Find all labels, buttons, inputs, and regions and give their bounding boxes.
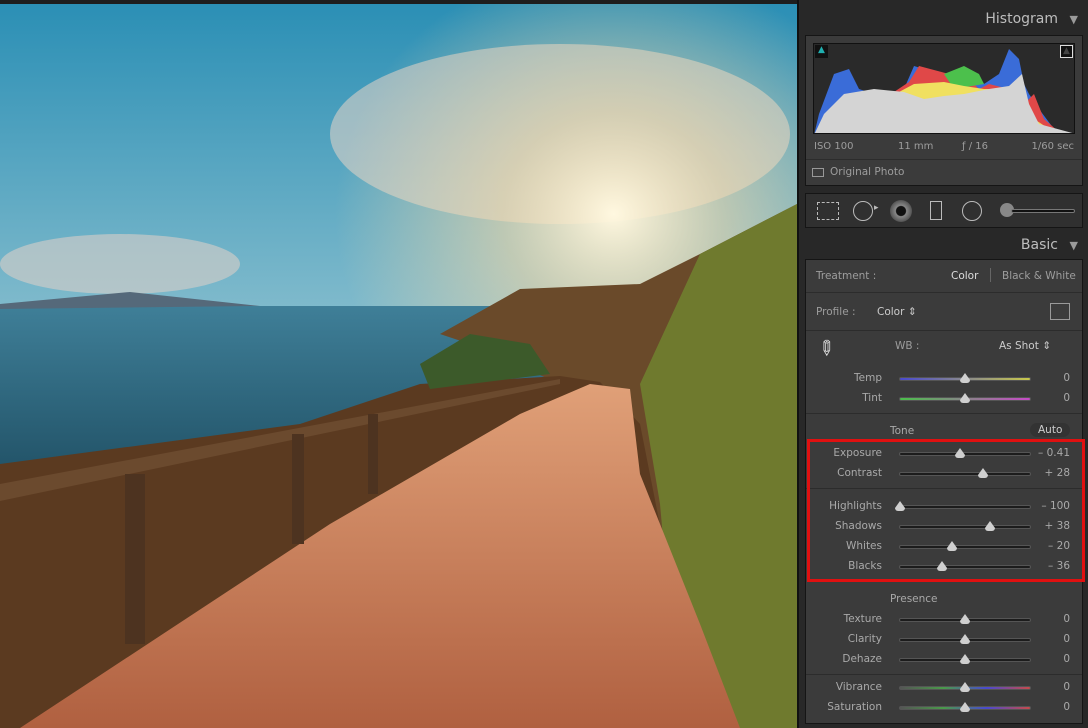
spot-removal-icon[interactable] <box>853 201 873 221</box>
red-eye-icon[interactable] <box>890 200 912 222</box>
divider <box>806 292 1082 293</box>
treatment-color-option[interactable]: Color <box>951 270 978 282</box>
histogram-title: Histogram <box>985 11 1058 27</box>
graduated-filter-icon[interactable] <box>930 201 942 220</box>
original-photo-label[interactable]: Original Photo <box>830 166 904 178</box>
slider-label: Dehaze <box>842 653 882 665</box>
slider-label: Texture <box>843 613 882 625</box>
divider <box>806 674 1082 675</box>
slider-thumb[interactable] <box>960 654 970 664</box>
slider-thumb[interactable] <box>960 393 970 403</box>
slider-label: Tint <box>862 392 882 404</box>
slider-label: Clarity <box>847 633 882 645</box>
brush-slider[interactable] <box>1011 209 1075 213</box>
histogram-collapse-icon[interactable]: ▼ <box>1070 13 1078 26</box>
radial-filter-icon[interactable] <box>962 201 982 221</box>
divider <box>806 330 1082 331</box>
slider-value[interactable]: 0 <box>1030 613 1070 625</box>
presence-label: Presence <box>890 593 938 605</box>
focal-length: 11 mm <box>898 141 934 152</box>
tone-label: Tone <box>890 425 915 437</box>
slider-value[interactable]: 0 <box>1030 701 1070 713</box>
iso-value: ISO 100 <box>814 141 854 152</box>
slider-thumb[interactable] <box>960 614 970 624</box>
slider-thumb[interactable] <box>960 702 970 712</box>
histogram-graph: ▲ ▲ <box>813 43 1075 134</box>
slider-track[interactable] <box>899 654 1031 664</box>
spot-arrow-icon: ▸ <box>874 203 879 213</box>
slider-thumb[interactable] <box>960 373 970 383</box>
slider-label: Vibrance <box>835 681 882 693</box>
wb-eyedropper-icon[interactable]: ✎ <box>812 334 841 363</box>
histogram-box: ▲ ▲ ISO 100 11 mm ƒ / 16 1/60 sec Origin… <box>805 35 1083 186</box>
treatment-bw-option[interactable]: Black & White <box>1002 270 1076 282</box>
divider <box>990 268 991 282</box>
slider-label: Saturation <box>827 701 882 713</box>
slider-track[interactable] <box>899 614 1031 624</box>
slider-track[interactable] <box>899 682 1031 692</box>
basic-title: Basic <box>1020 237 1058 253</box>
slider-track[interactable] <box>899 702 1031 712</box>
slider-track[interactable] <box>899 373 1031 383</box>
slider-value[interactable]: 0 <box>1030 653 1070 665</box>
wb-label: WB : <box>895 340 920 352</box>
wb-select[interactable]: As Shot ⇕ <box>999 340 1051 352</box>
slider-track[interactable] <box>899 393 1031 403</box>
photo-preview <box>0 4 797 728</box>
auto-tone-button[interactable]: Auto <box>1030 423 1071 437</box>
highlight-clipping-indicator[interactable]: ▲ <box>1060 45 1073 58</box>
slider-track[interactable] <box>899 634 1031 644</box>
slider-label: Temp <box>854 372 882 384</box>
slider-thumb[interactable] <box>960 634 970 644</box>
tone-highlight-box <box>807 439 1085 582</box>
slider-value[interactable]: 0 <box>1030 392 1070 404</box>
profile-label: Profile : <box>816 306 856 318</box>
slider-thumb[interactable] <box>960 682 970 692</box>
profile-browser-icon[interactable] <box>1050 303 1070 320</box>
develop-panel: Histogram ▼ ▲ ▲ ISO 100 11 mm ƒ / 16 1/6… <box>797 0 1088 728</box>
shadow-clipping-indicator[interactable]: ▲ <box>815 45 828 58</box>
profile-select[interactable]: Color ⇕ <box>877 306 917 318</box>
divider <box>806 159 1082 160</box>
original-photo-checkbox[interactable] <box>812 168 824 177</box>
tool-strip: ▸ <box>805 193 1083 228</box>
crop-tool-icon[interactable] <box>817 202 839 220</box>
slider-value[interactable]: 0 <box>1030 633 1070 645</box>
slider-value[interactable]: 0 <box>1030 372 1070 384</box>
divider <box>806 413 1082 414</box>
shutter-speed: 1/60 sec <box>1031 141 1075 152</box>
slider-value[interactable]: 0 <box>1030 681 1070 693</box>
aperture-value: ƒ / 16 <box>962 141 988 152</box>
basic-collapse-icon[interactable]: ▼ <box>1070 239 1078 252</box>
treatment-label: Treatment : <box>816 270 877 282</box>
